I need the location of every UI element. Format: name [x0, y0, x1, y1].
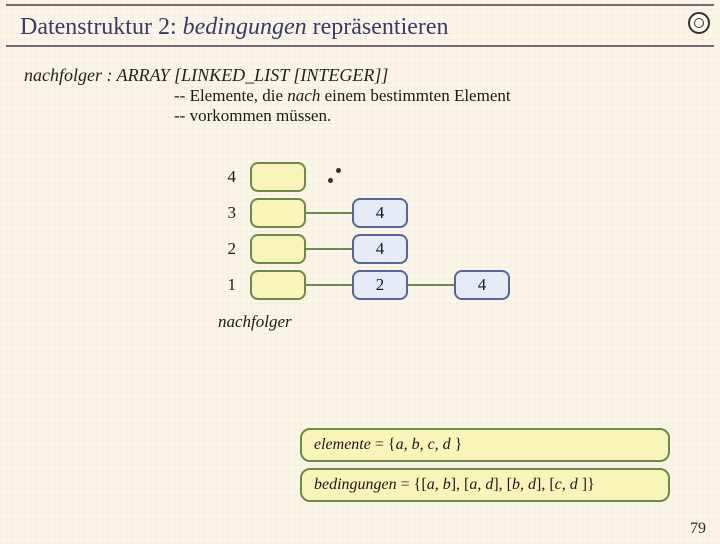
eq1-close: }	[451, 436, 463, 453]
page-number: 79	[690, 520, 706, 538]
slide-title: Datenstruktur 2: bedingungen repräsentie…	[20, 14, 700, 41]
diagram-caption: nachfolger	[218, 312, 292, 332]
title-post: repräsentieren	[307, 14, 449, 40]
eq1-eq: = {	[371, 436, 396, 453]
row-label: 4	[210, 167, 236, 187]
terminator-dot	[328, 178, 333, 183]
c1-pre: -- Elemente, die	[174, 86, 287, 105]
list-node: 4	[352, 198, 408, 228]
slide-badge-icon	[688, 12, 710, 34]
c1-ital: nach	[287, 86, 320, 105]
eq1-set: a, b, c, d	[396, 436, 451, 453]
declaration-line: nachfolger : ARRAY [LINKED_LIST [INTEGER…	[24, 65, 720, 86]
row-label: 3	[210, 203, 236, 223]
link-connector	[306, 212, 352, 214]
list-node: 4	[352, 234, 408, 264]
array-slot	[250, 270, 306, 300]
link-connector	[408, 284, 454, 286]
eq2-lhs: bedingungen	[314, 476, 397, 493]
array-slot	[250, 162, 306, 192]
equation-elemente: elemente = {a, b, c, d }	[300, 428, 670, 462]
title-pre: Datenstruktur 2:	[20, 14, 183, 40]
array-diagram: 4 3 4 2 4 1 2 4 nachfolger	[210, 160, 630, 340]
list-node: 2	[352, 270, 408, 300]
title-bar: Datenstruktur 2: bedingungen repräsentie…	[6, 4, 714, 47]
row-label: 1	[210, 275, 236, 295]
equation-bedingungen: bedingungen = {[a, b], [a, d], [b, d], […	[300, 468, 670, 502]
array-slot	[250, 198, 306, 228]
decl-name: nachfolger	[24, 65, 102, 85]
title-ital: bedingungen	[183, 14, 307, 40]
link-connector	[306, 248, 352, 250]
equations-block: elemente = {a, b, c, d } bedingungen = {…	[300, 422, 670, 502]
terminator-dot	[336, 168, 341, 173]
eq2-rhs: = {[a, b], [a, d], [b, d], [c, d ]}	[397, 476, 595, 493]
eq1-lhs: elemente	[314, 436, 371, 453]
list-node: 4	[454, 270, 510, 300]
comment-line-2: -- vorkommen müssen.	[174, 106, 720, 126]
comment-line-1: -- Elemente, die nach einem bestimmten E…	[174, 86, 720, 106]
row-label: 2	[210, 239, 236, 259]
declaration-block: nachfolger : ARRAY [LINKED_LIST [INTEGER…	[24, 65, 720, 126]
decl-type: : ARRAY [LINKED_LIST [INTEGER]]	[102, 65, 388, 85]
link-connector	[306, 284, 352, 286]
c1-post: einem bestimmten Element	[320, 86, 510, 105]
array-slot	[250, 234, 306, 264]
